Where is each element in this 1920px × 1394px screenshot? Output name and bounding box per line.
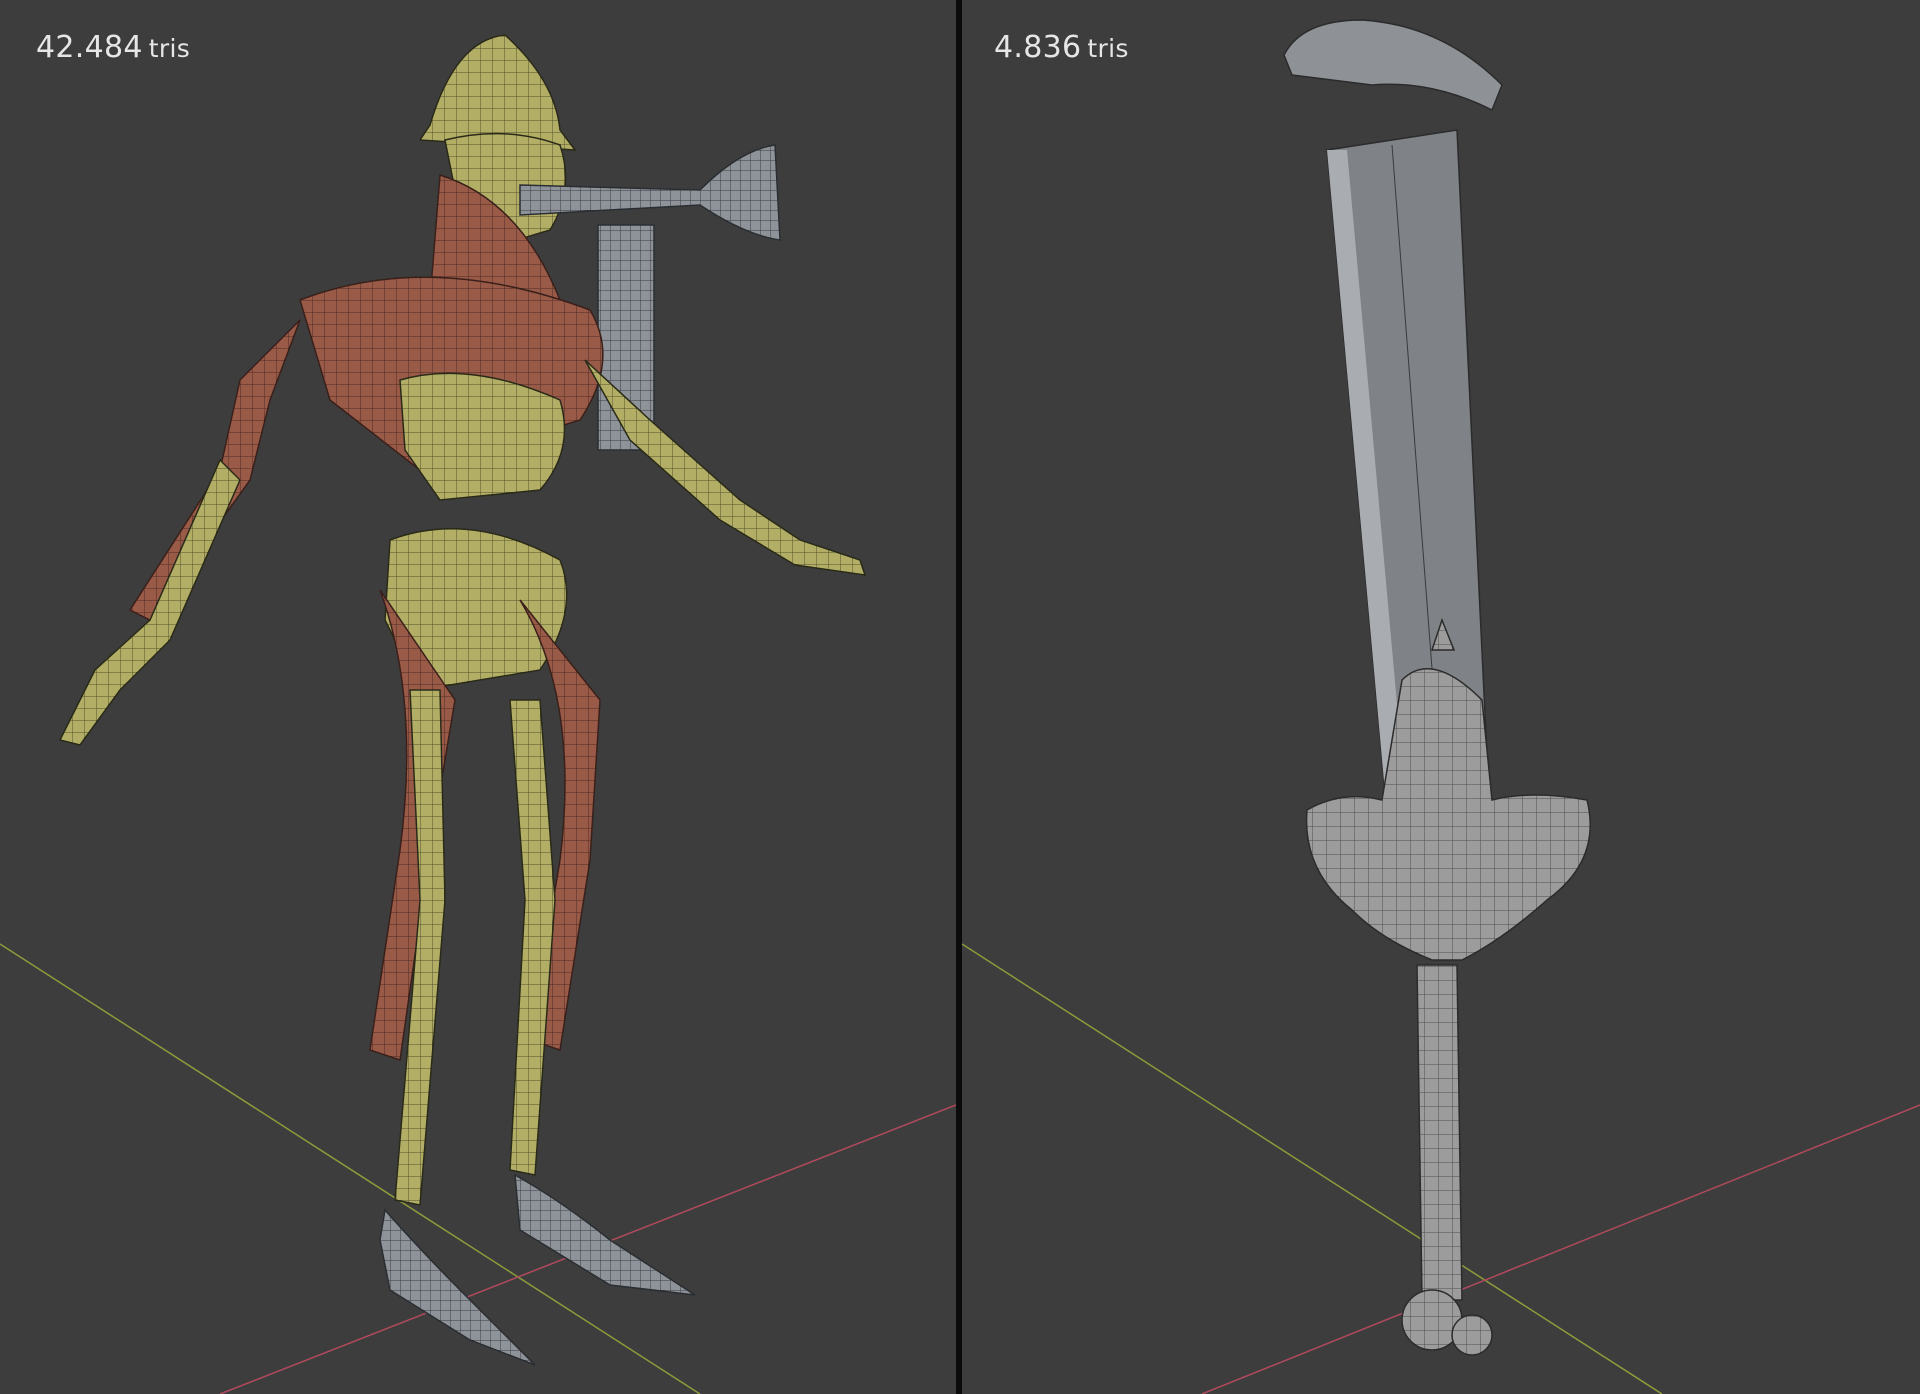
character-scene xyxy=(0,34,956,1394)
sword-mesh-icon xyxy=(1283,19,1591,1356)
triangle-count-stats: 4.836 tris xyxy=(994,30,1129,65)
triangle-count-stats: 42.484 tris xyxy=(36,30,190,65)
viewport-left[interactable]: 42.484 tris xyxy=(0,0,956,1394)
axis-y-line xyxy=(0,943,701,1394)
weapon-scene xyxy=(962,19,1920,1394)
viewport-area: 42.484 tris 4.836 tris xyxy=(0,0,1920,1394)
triangle-count-value: 4.836 xyxy=(994,30,1082,65)
triangle-count-unit: tris xyxy=(1087,34,1129,63)
axis-x-line xyxy=(1201,1104,1920,1394)
viewport-right[interactable]: 4.836 tris xyxy=(962,0,1920,1394)
triangle-count-unit: tris xyxy=(148,34,191,63)
triangle-count-value: 42.484 xyxy=(36,30,143,65)
character-mesh-icon xyxy=(58,34,867,1366)
axis-y-line xyxy=(962,943,1663,1394)
